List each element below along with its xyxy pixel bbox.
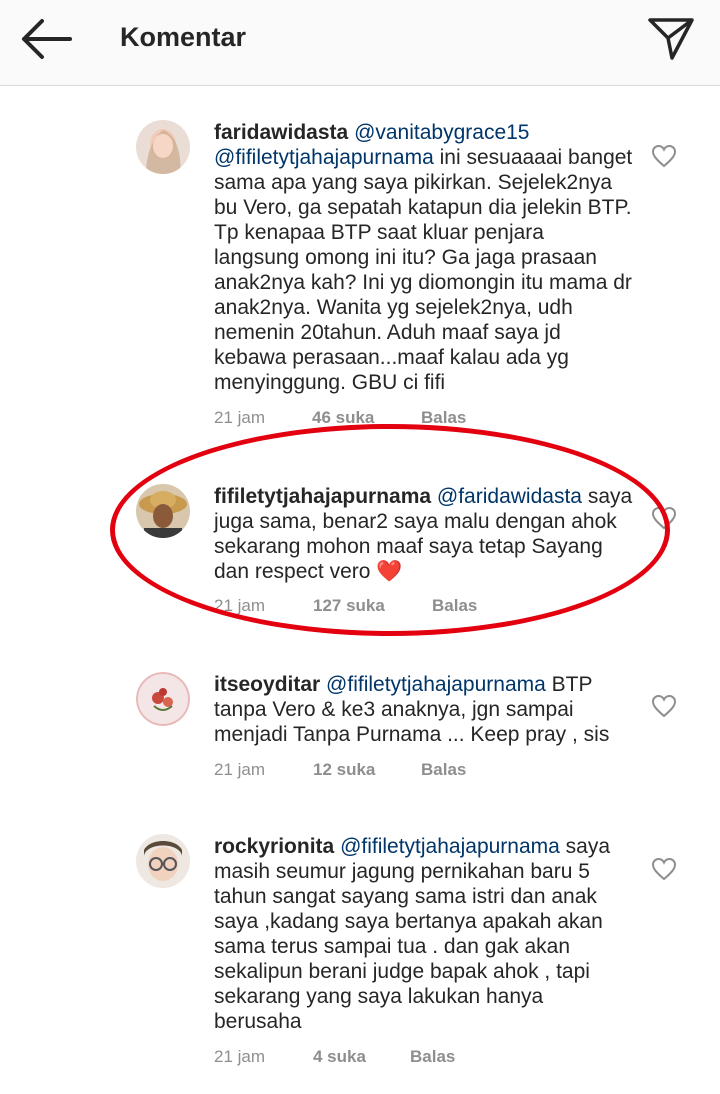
page-title: Komentar: [120, 22, 247, 52]
comment-likes[interactable]: 4 suka: [313, 1047, 366, 1067]
comment-mention[interactable]: @fifiletytjahajapurnama: [340, 835, 560, 858]
comment-time: 21 jam: [214, 1047, 266, 1066]
comment-username[interactable]: faridawidasta: [214, 121, 348, 144]
comment-mention[interactable]: @fifiletytjahajapurnama: [326, 673, 546, 696]
heart-emoji: ❤️: [376, 560, 403, 583]
reply-button[interactable]: Balas: [421, 408, 466, 428]
app-header: Komentar: [0, 0, 720, 86]
comment-username[interactable]: fifiletytjahajapurnama: [214, 485, 431, 508]
comment-likes[interactable]: 46 suka: [312, 408, 374, 428]
comment-text: rockyrionita @fifiletytjahajapurnama say…: [214, 834, 634, 1034]
avatar[interactable]: [136, 672, 190, 726]
paper-plane-icon[interactable]: [646, 14, 696, 62]
heart-outline-icon[interactable]: [651, 144, 677, 168]
reply-button[interactable]: Balas: [410, 1047, 455, 1067]
heart-outline-icon[interactable]: [651, 694, 677, 718]
comment-mention[interactable]: @faridawidasta: [437, 485, 582, 508]
comment-username[interactable]: itseoyditar: [214, 673, 320, 696]
comment-time: 21 jam: [214, 760, 266, 779]
avatar[interactable]: [136, 834, 190, 888]
comment-time: 21 jam: [214, 408, 266, 427]
comment-mention[interactable]: @fifiletytjahajapurnama: [214, 146, 434, 169]
comment-text: itseoyditar @fifiletytjahajapurnama BTP …: [214, 672, 634, 747]
heart-outline-icon[interactable]: [651, 857, 677, 881]
comment-likes[interactable]: 127 suka: [313, 596, 385, 616]
comment-body: saya masih seumur jagung pernikahan baru…: [214, 835, 611, 1033]
comment-likes[interactable]: 12 suka: [313, 760, 375, 780]
comment-text: faridawidasta @vanitabygrace15 @fifilety…: [214, 120, 634, 395]
comment-text: fifiletytjahajapurnama @faridawidasta sa…: [214, 484, 634, 584]
reply-button[interactable]: Balas: [432, 596, 477, 616]
comment-time: 21 jam: [214, 596, 266, 615]
arrow-left-icon[interactable]: [18, 18, 74, 60]
avatar[interactable]: [136, 484, 190, 538]
avatar[interactable]: [136, 120, 190, 174]
comment-username[interactable]: rockyrionita: [214, 835, 334, 858]
reply-button[interactable]: Balas: [421, 760, 466, 780]
comment-mention[interactable]: @vanitabygrace15: [354, 121, 529, 144]
comment-body: ini sesuaaaai banget sama apa yang saya …: [214, 146, 633, 394]
heart-outline-icon[interactable]: [651, 506, 677, 530]
